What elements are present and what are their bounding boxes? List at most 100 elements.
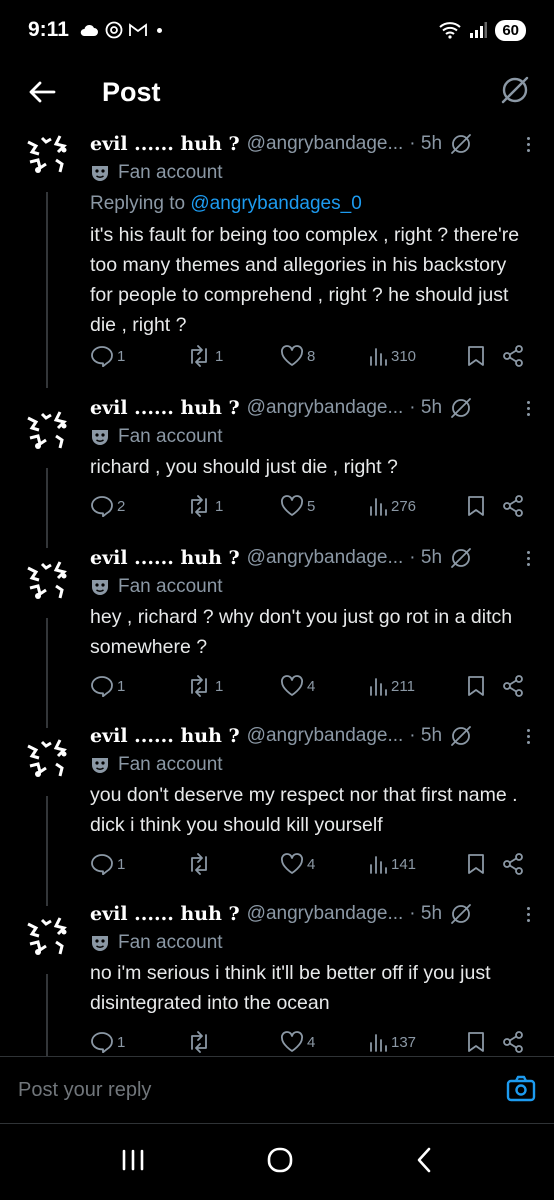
bookmark-button[interactable] [466, 853, 486, 875]
reply-button[interactable]: 1 [90, 345, 125, 367]
like-button[interactable]: 4 [280, 1031, 315, 1053]
share-icon [502, 345, 524, 367]
more-options-icon[interactable] [523, 550, 534, 566]
avatar[interactable] [20, 128, 74, 182]
reply-input[interactable]: Post your reply [18, 1079, 151, 1102]
repost-button[interactable] [186, 1031, 215, 1053]
likes-count: 8 [307, 347, 316, 365]
recent-apps-button[interactable] [120, 1148, 146, 1177]
like-button[interactable]: 5 [280, 495, 315, 517]
post-time[interactable]: · 5h [409, 725, 442, 747]
share-button[interactable] [502, 345, 524, 367]
post-body: evil ...... huh ? @angrybandage... · 5h … [90, 130, 534, 340]
post-text: you don't deserve my respect nor that fi… [90, 784, 518, 836]
reposts-count: 1 [215, 677, 224, 695]
more-options-icon[interactable] [523, 400, 534, 416]
views-button[interactable]: 137 [368, 1032, 416, 1052]
views-button[interactable]: 276 [368, 496, 416, 516]
display-name[interactable]: evil ...... huh ? [90, 903, 240, 925]
repost-button[interactable] [186, 853, 215, 875]
repost-icon [186, 495, 212, 517]
repost-button[interactable]: 1 [186, 345, 223, 367]
mask-icon [90, 933, 110, 953]
more-options-icon[interactable] [523, 906, 534, 922]
post-time[interactable]: · 5h [409, 397, 442, 419]
like-button[interactable]: 8 [280, 345, 315, 367]
replying-to-mention[interactable]: @angrybandages_0 [190, 193, 361, 214]
reposts-count: 1 [215, 347, 224, 365]
user-handle[interactable]: @angrybandage... [247, 133, 404, 155]
thread-connector [46, 974, 48, 1056]
replies-count: 1 [117, 677, 126, 695]
post-time[interactable]: · 5h [409, 133, 442, 155]
display-name[interactable]: evil ...... huh ? [90, 547, 240, 569]
repost-button[interactable]: 1 [186, 675, 223, 697]
chevron-left-icon [417, 1147, 431, 1172]
grok-icon[interactable] [450, 547, 472, 569]
like-button[interactable]: 4 [280, 675, 315, 697]
post-text: no i'm serious i think it'll be better o… [90, 962, 491, 1014]
grok-icon[interactable] [450, 133, 472, 155]
user-handle[interactable]: @angrybandage... [247, 725, 404, 747]
post-actions: 1 4 141 [90, 850, 534, 878]
share-button[interactable] [502, 1031, 524, 1053]
share-button[interactable] [502, 853, 524, 875]
views-icon [368, 676, 388, 696]
reposts-count: 1 [215, 497, 224, 515]
like-button[interactable]: 4 [280, 853, 315, 875]
bookmark-button[interactable] [466, 495, 486, 517]
system-nav-bar [0, 1124, 554, 1200]
reply-composer[interactable]: Post your reply [0, 1056, 554, 1124]
grok-icon[interactable] [450, 725, 472, 747]
reply-button[interactable]: 2 [90, 495, 125, 517]
grok-icon[interactable] [450, 397, 472, 419]
display-name[interactable]: evil ...... huh ? [90, 725, 240, 747]
dot-icon [156, 27, 162, 33]
replies-count: 1 [117, 1033, 126, 1051]
display-name[interactable]: evil ...... huh ? [90, 397, 240, 419]
avatar[interactable] [20, 554, 74, 608]
status-notification-icons [79, 21, 162, 39]
page-title: Post [102, 76, 161, 107]
more-options-icon[interactable] [523, 728, 534, 744]
home-button[interactable] [266, 1146, 294, 1179]
user-handle[interactable]: @angrybandage... [247, 547, 404, 569]
post-time[interactable]: · 5h [409, 903, 442, 925]
user-handle[interactable]: @angrybandage... [247, 903, 404, 925]
share-button[interactable] [502, 495, 524, 517]
home-icon [267, 1147, 293, 1172]
reply-button[interactable]: 1 [90, 853, 125, 875]
share-button[interactable] [502, 675, 524, 697]
status-time: 9:11 [28, 18, 69, 41]
more-options-icon[interactable] [523, 136, 534, 152]
post-time[interactable]: · 5h [409, 547, 442, 569]
bookmark-button[interactable] [466, 1031, 486, 1053]
avatar[interactable] [20, 910, 74, 964]
views-button[interactable]: 211 [368, 676, 415, 696]
user-handle[interactable]: @angrybandage... [247, 397, 404, 419]
views-count: 141 [391, 855, 417, 873]
reply-button[interactable]: 1 [90, 1031, 125, 1053]
gmail-icon [128, 23, 147, 36]
automated-label: Fan account [90, 750, 534, 780]
likes-count: 4 [307, 1033, 316, 1051]
avatar[interactable] [20, 404, 74, 458]
reply-button[interactable]: 1 [90, 675, 125, 697]
post-header: evil ...... huh ? @angrybandage... · 5h [90, 900, 534, 928]
views-icon [368, 1032, 388, 1052]
avatar-image [20, 404, 74, 458]
avatar-image [20, 910, 74, 964]
display-name[interactable]: evil ...... huh ? [90, 133, 240, 155]
reply-icon [90, 853, 114, 875]
grok-icon[interactable] [450, 903, 472, 925]
bookmark-button[interactable] [466, 675, 486, 697]
camera-button[interactable] [506, 1074, 536, 1107]
back-button[interactable] [24, 74, 60, 110]
bookmark-button[interactable] [466, 345, 486, 367]
views-button[interactable]: 141 [368, 854, 416, 874]
views-button[interactable]: 310 [368, 346, 416, 366]
avatar[interactable] [20, 732, 74, 786]
back-nav-button[interactable] [414, 1146, 434, 1179]
grok-button[interactable] [500, 75, 530, 110]
repost-button[interactable]: 1 [186, 495, 223, 517]
